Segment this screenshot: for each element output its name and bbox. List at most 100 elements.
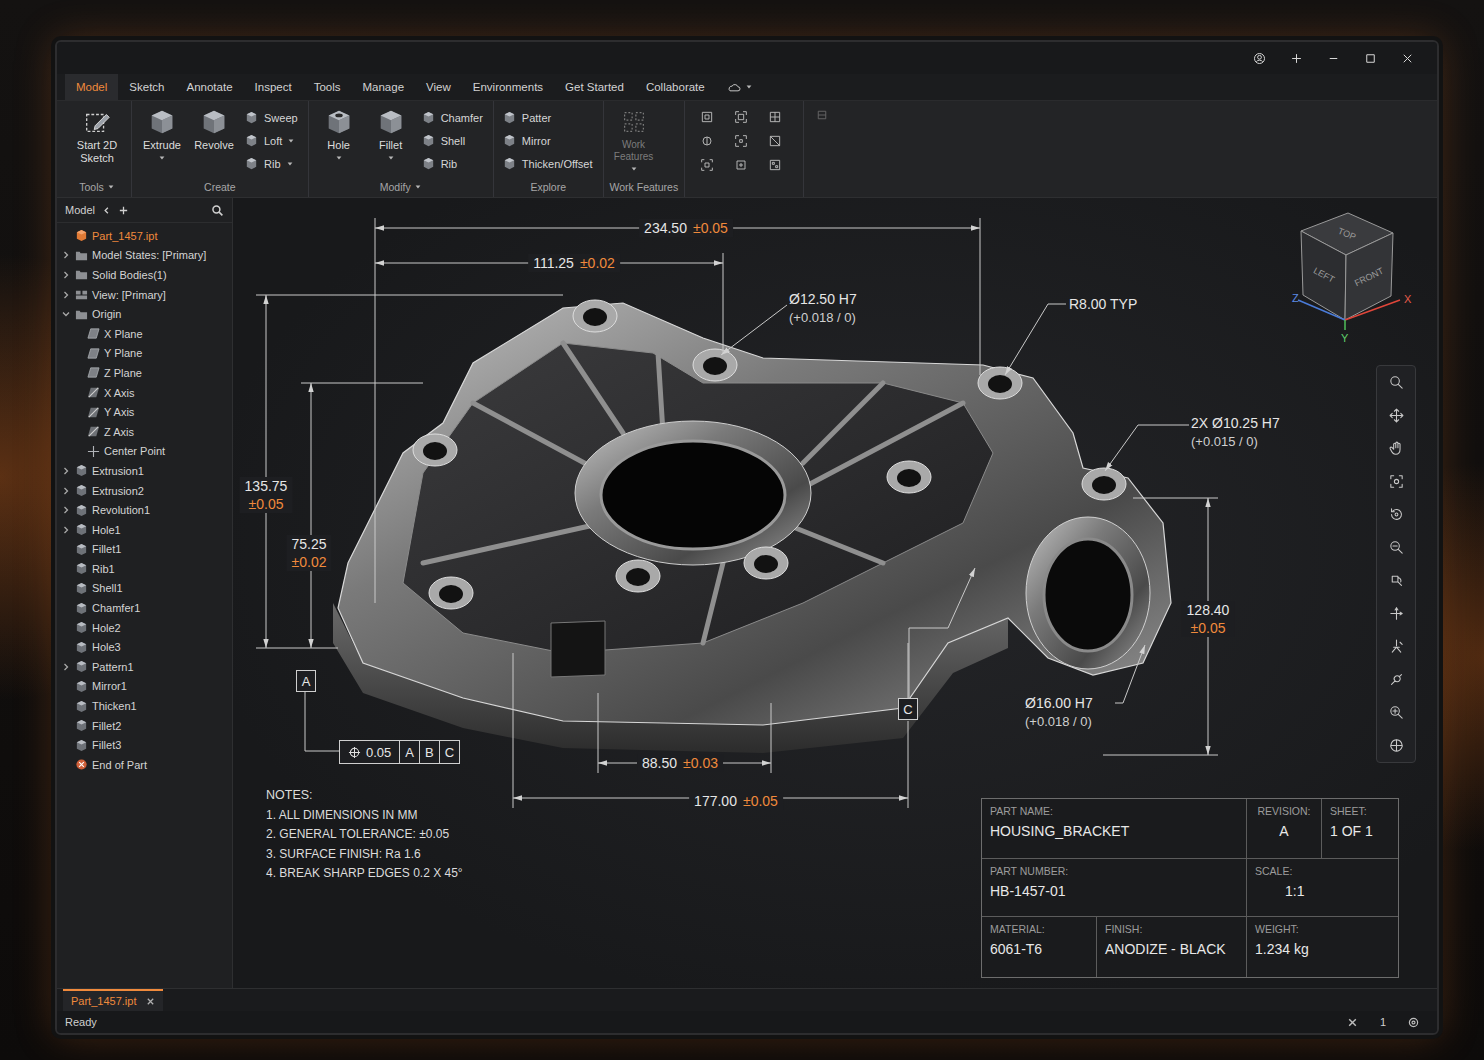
tree-item[interactable]: Z Plane xyxy=(57,363,232,383)
chevron-icon[interactable] xyxy=(61,662,71,672)
panel-collapse-icon[interactable] xyxy=(816,109,828,121)
ribbon-tab[interactable]: Model xyxy=(65,74,118,100)
chevron-icon[interactable] xyxy=(61,290,71,300)
cube-front-face[interactable] xyxy=(1345,233,1393,320)
ribbon-small-button[interactable]: Loft xyxy=(244,132,298,149)
tree-item[interactable]: X Axis xyxy=(57,383,232,403)
view-tool-icon[interactable] xyxy=(767,109,783,125)
ribbon-button[interactable]: Revolve xyxy=(190,107,238,152)
tree-item[interactable]: Shell1 xyxy=(57,579,232,599)
ribbon-group-label[interactable]: Tools xyxy=(69,179,125,195)
ribbon-small-button[interactable]: Mirror xyxy=(502,132,593,149)
chevron-icon[interactable] xyxy=(61,486,71,496)
tree-item[interactable]: Thicken1 xyxy=(57,696,232,716)
ribbon-tab[interactable]: Collaborate xyxy=(635,74,716,100)
ribbon-button[interactable]: Start 2D Sketch xyxy=(69,107,125,165)
navigation-tool-icon[interactable] xyxy=(1388,737,1405,754)
ribbon-tab[interactable]: Tools xyxy=(303,74,352,100)
navigation-tool-icon[interactable] xyxy=(1388,671,1405,688)
hole-callout[interactable]: 2X Ø10.25 H7(+0.015 / 0) xyxy=(1191,413,1280,452)
view-tool-icon[interactable] xyxy=(699,109,715,125)
ribbon-button[interactable]: Extrude xyxy=(138,107,186,162)
dimension-label[interactable]: 128.40±0.05 xyxy=(1182,601,1235,637)
dimension-label[interactable]: 177.00±0.05 xyxy=(689,792,783,810)
account-icon[interactable] xyxy=(1252,51,1267,66)
ribbon-small-button[interactable]: Chamfer xyxy=(421,109,483,126)
tree-item[interactable]: Mirror1 xyxy=(57,677,232,697)
chevron-icon[interactable] xyxy=(61,309,71,319)
close-icon[interactable] xyxy=(1347,1017,1358,1028)
ribbon-tab[interactable]: View xyxy=(415,74,462,100)
document-tab[interactable]: Part_1457.ipt xyxy=(63,989,163,1011)
navigation-tool-icon[interactable] xyxy=(1388,605,1405,622)
tree-item[interactable]: End of Part xyxy=(57,755,232,775)
tree-item[interactable]: Rib1 xyxy=(57,559,232,579)
ribbon-small-button[interactable]: Shell xyxy=(421,132,483,149)
view-tool-icon[interactable] xyxy=(699,133,715,149)
datum-label[interactable]: A xyxy=(296,670,316,692)
tree-item[interactable]: Y Axis xyxy=(57,402,232,422)
chevron-icon[interactable] xyxy=(61,250,71,260)
maximize-icon[interactable] xyxy=(1363,51,1378,66)
close-icon[interactable] xyxy=(146,997,155,1006)
hole-callout[interactable]: Ø12.50 H7(+0.018 / 0) xyxy=(789,289,857,328)
chevron-icon[interactable] xyxy=(61,505,71,515)
cube-left-face[interactable] xyxy=(1301,231,1346,320)
part-model[interactable] xyxy=(333,300,1171,753)
tree-item[interactable]: Pattern1 xyxy=(57,657,232,677)
dimension-label[interactable]: 88.50±0.03 xyxy=(637,754,723,772)
navigation-tool-icon[interactable] xyxy=(1388,407,1405,424)
view-tool-icon[interactable] xyxy=(699,157,715,173)
ribbon-group-label[interactable]: Create xyxy=(138,179,302,195)
navigation-tool-icon[interactable] xyxy=(1388,440,1405,457)
tree-item[interactable]: Y Plane xyxy=(57,344,232,364)
tree-item[interactable]: Model States: [Primary] xyxy=(57,246,232,266)
view-tool-icon[interactable] xyxy=(733,109,749,125)
chevron-left-icon[interactable] xyxy=(101,205,112,216)
ribbon-tab[interactable]: Annotate xyxy=(176,74,244,100)
ribbon-tab[interactable]: Manage xyxy=(351,74,415,100)
ribbon-small-button[interactable]: Patter xyxy=(502,109,593,126)
view-tool-icon[interactable] xyxy=(733,133,749,149)
new-icon[interactable] xyxy=(1289,51,1304,66)
ribbon-small-button[interactable]: Rib xyxy=(244,155,298,172)
close-icon[interactable] xyxy=(1400,51,1415,66)
tree-item[interactable]: Revolution1 xyxy=(57,500,232,520)
view-cube[interactable]: TOPLEFTFRONTZXY xyxy=(1288,208,1418,348)
tree-item[interactable]: Origin xyxy=(57,304,232,324)
tree-item[interactable]: Hole3 xyxy=(57,637,232,657)
ribbon-button[interactable]: Work Features xyxy=(610,107,658,173)
chevron-icon[interactable] xyxy=(61,466,71,476)
hole-callout[interactable]: Ø16.00 H7(+0.018 / 0) xyxy=(1025,693,1093,732)
ribbon-tab[interactable]: Inspect xyxy=(244,74,303,100)
tree-item[interactable]: Part_1457.ipt xyxy=(57,226,232,246)
tree-item[interactable]: Z Axis xyxy=(57,422,232,442)
minimize-icon[interactable] xyxy=(1326,51,1341,66)
tree-item[interactable]: View: [Primary] xyxy=(57,285,232,305)
tree-item[interactable]: Chamfer1 xyxy=(57,598,232,618)
search-icon[interactable] xyxy=(211,204,224,217)
feature-control-frame[interactable]: 0.05ABC xyxy=(339,740,460,764)
tree-item[interactable]: Fillet3 xyxy=(57,735,232,755)
tree-item[interactable]: Solid Bodies(1) xyxy=(57,265,232,285)
ribbon-small-button[interactable]: Rib xyxy=(421,155,483,172)
browser-title[interactable]: Model xyxy=(65,204,95,216)
settings-icon[interactable] xyxy=(1408,1017,1419,1028)
ribbon-tab[interactable]: Sketch xyxy=(118,74,175,100)
tree-item[interactable]: Extrusion2 xyxy=(57,481,232,501)
navigation-tool-icon[interactable] xyxy=(1388,473,1405,490)
tree-item[interactable]: Fillet1 xyxy=(57,540,232,560)
ribbon-tab[interactable]: Get Started xyxy=(554,74,635,100)
view-tool-icon[interactable] xyxy=(767,157,783,173)
dimension-label[interactable]: 234.50±0.05 xyxy=(639,219,733,237)
ribbon-button[interactable]: Hole xyxy=(315,107,363,162)
navigation-tool-icon[interactable] xyxy=(1388,539,1405,556)
dimension-label[interactable]: 135.75±0.05 xyxy=(240,477,293,513)
tree-item[interactable]: Fillet2 xyxy=(57,716,232,736)
ribbon-group-label[interactable]: Explore xyxy=(500,179,597,195)
ribbon-button[interactable]: Fillet xyxy=(367,107,415,162)
navigation-tool-icon[interactable] xyxy=(1388,374,1405,391)
ribbon-small-button[interactable]: Sweep xyxy=(244,109,298,126)
tree-item[interactable]: Center Point xyxy=(57,442,232,462)
cloud-menu[interactable] xyxy=(716,74,763,100)
